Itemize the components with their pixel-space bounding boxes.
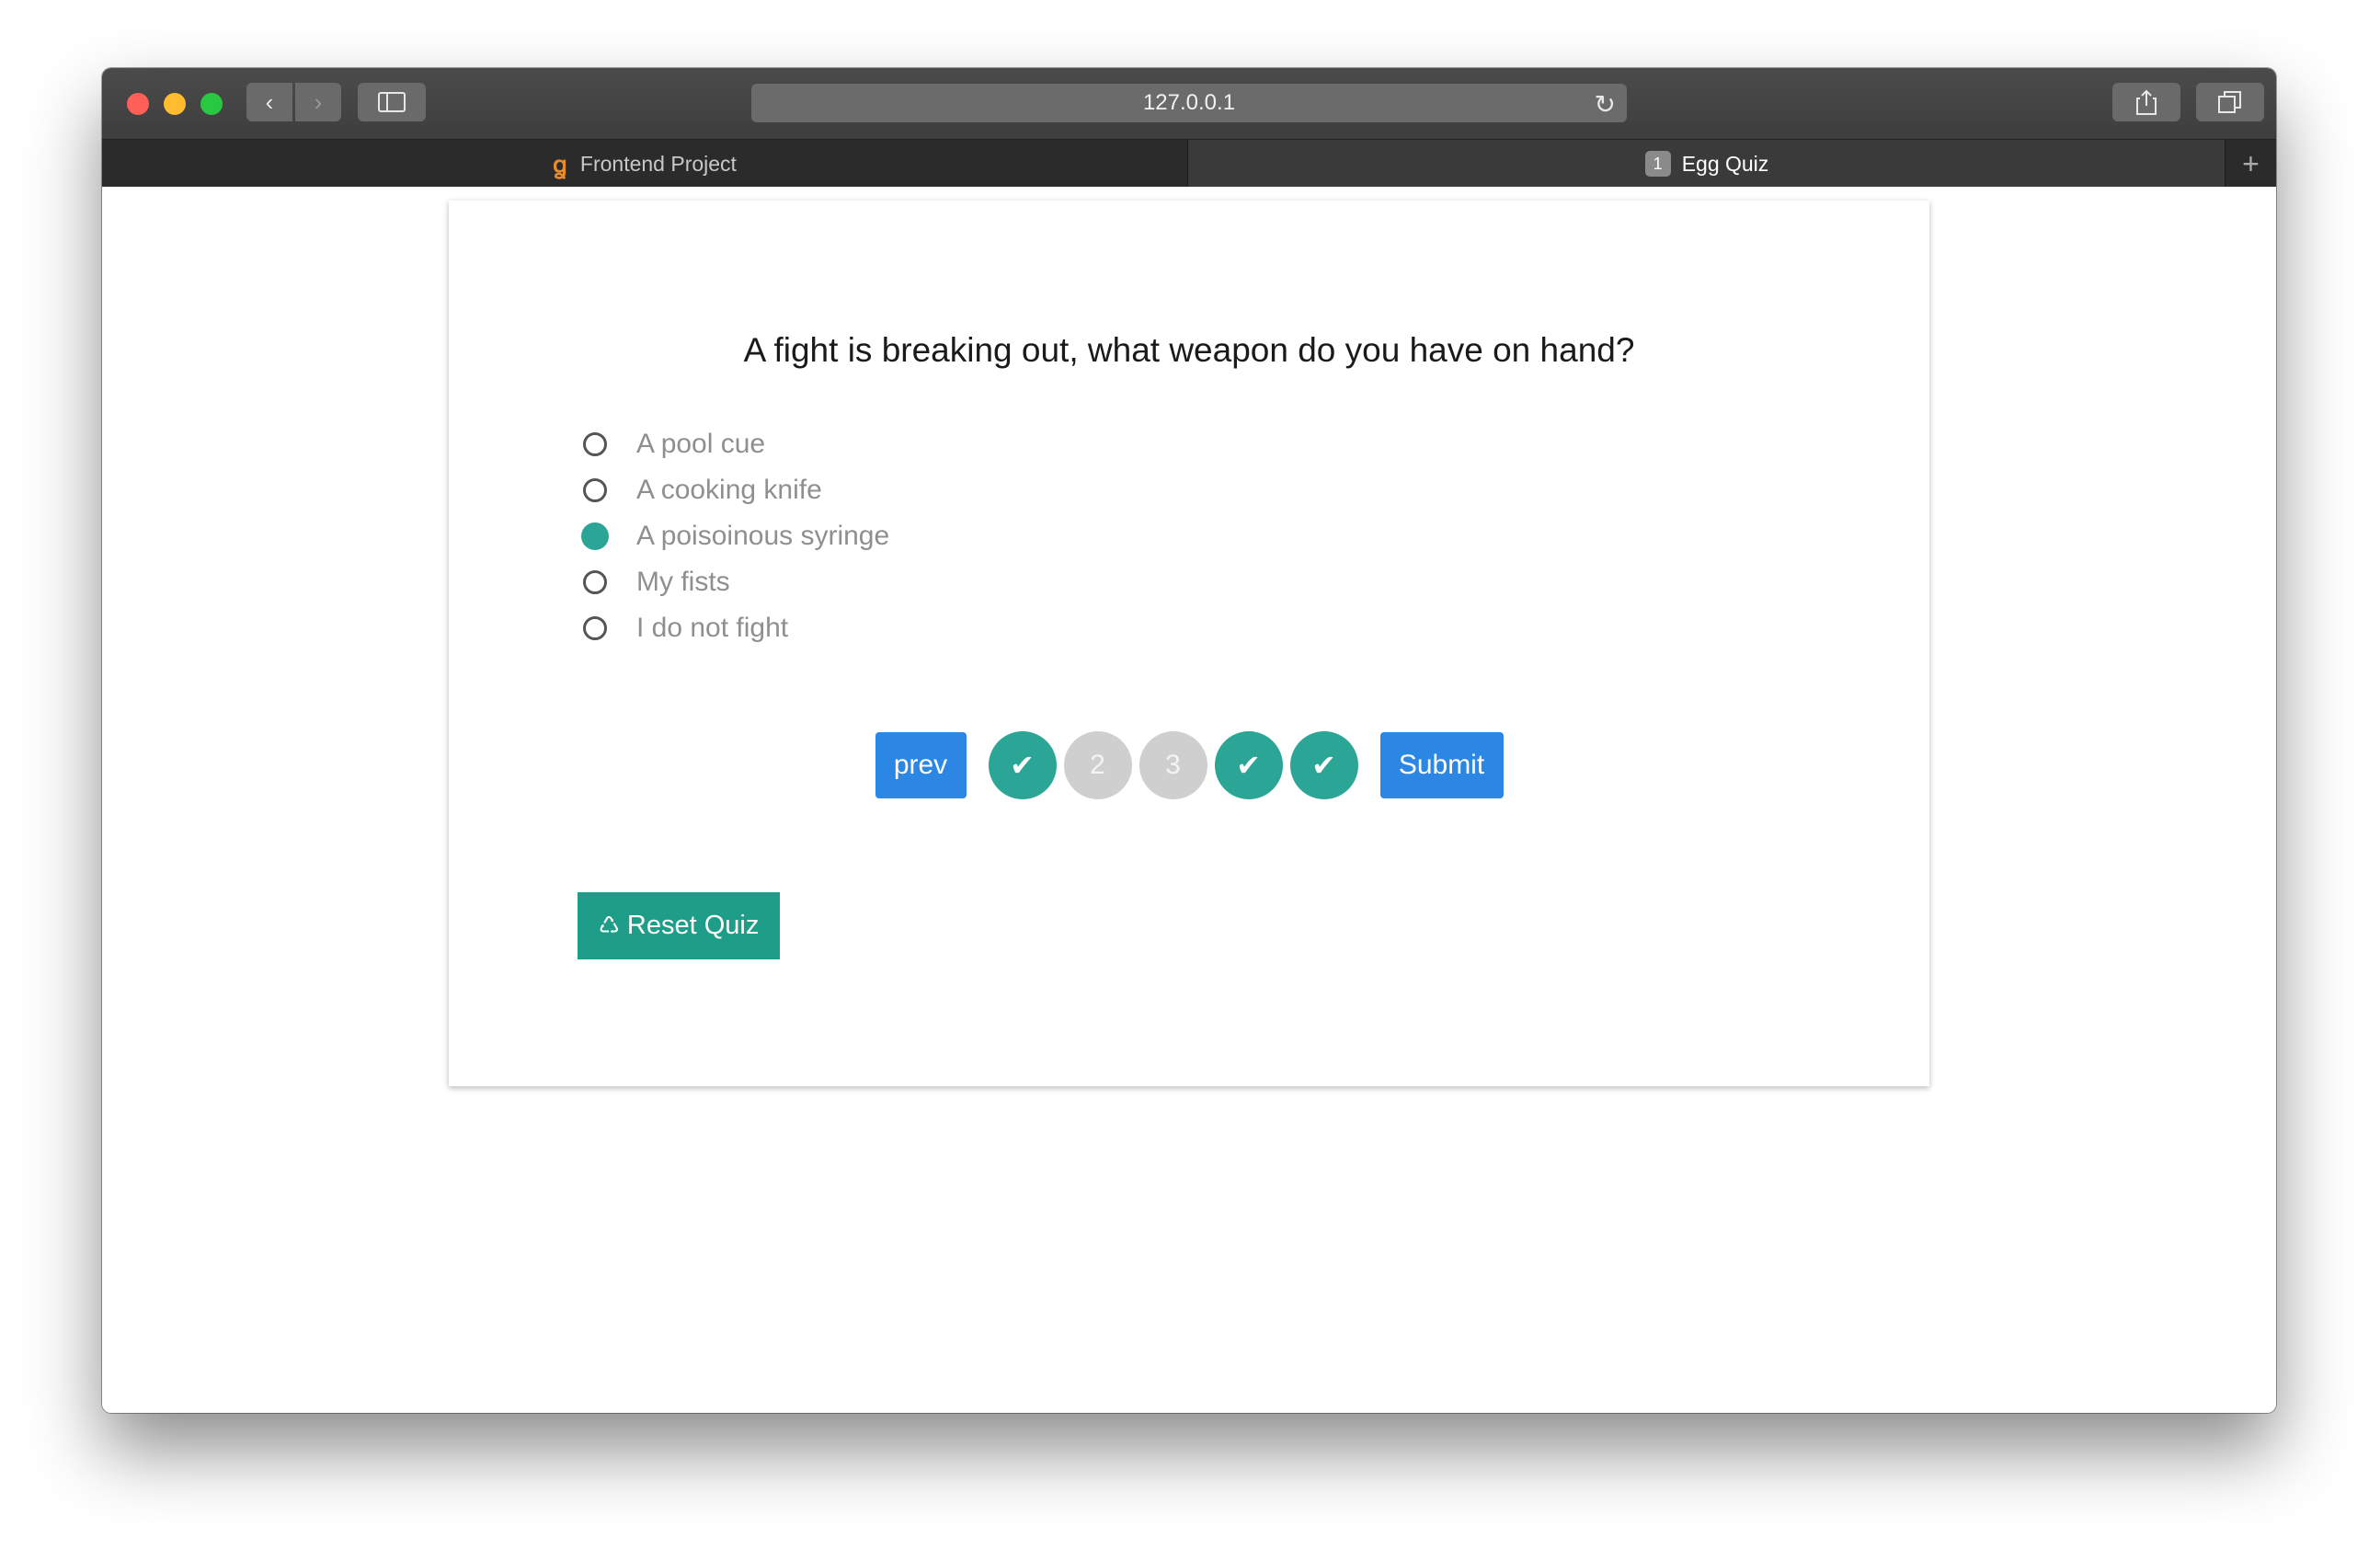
answer-options: A pool cue A cooking knife A poisoinous … xyxy=(581,421,890,651)
share-icon xyxy=(2136,89,2157,115)
quiz-card: A fight is breaking out, what weapon do … xyxy=(449,201,1929,1086)
sidebar-icon xyxy=(378,92,406,112)
step-1-answered[interactable]: ✔ xyxy=(988,731,1057,799)
chevron-right-icon: › xyxy=(314,87,323,116)
answer-option[interactable]: A cooking knife xyxy=(583,467,889,513)
address-bar[interactable]: 127.0.0.1 ↻ xyxy=(751,84,1627,122)
reset-quiz-label: Reset Quiz xyxy=(626,911,760,940)
answer-label: My fists xyxy=(636,567,730,597)
minimize-window-button[interactable] xyxy=(164,93,186,115)
tabs-icon xyxy=(2218,91,2241,113)
answer-option[interactable]: A pool cue xyxy=(583,421,889,467)
egg-favicon-icon: ꬶ xyxy=(553,151,567,178)
radio-button[interactable] xyxy=(583,432,607,456)
show-tabs-button[interactable] xyxy=(2196,83,2264,121)
recycle-icon: ♺ xyxy=(598,912,620,939)
new-tab-button[interactable]: + xyxy=(2225,140,2276,188)
step-5-answered[interactable]: ✔ xyxy=(1289,731,1358,799)
answer-option[interactable]: My fists xyxy=(583,559,889,605)
close-window-button[interactable] xyxy=(127,93,149,115)
step-2[interactable]: 2 xyxy=(1063,731,1132,799)
tab-egg-quiz[interactable]: 1 Egg Quiz xyxy=(1188,140,2226,188)
reset-quiz-button[interactable]: ♺ Reset Quiz xyxy=(578,892,780,959)
chevron-left-icon: ‹ xyxy=(265,87,274,116)
zoom-window-button[interactable] xyxy=(200,93,223,115)
radio-button-selected[interactable] xyxy=(581,522,609,550)
tab-label: Frontend Project xyxy=(579,151,737,176)
plus-icon: + xyxy=(2242,146,2260,180)
answer-label: A pool cue xyxy=(636,429,766,459)
page-content: A fight is breaking out, what weapon do … xyxy=(102,187,2276,1413)
question-text: A fight is breaking out, what weapon do … xyxy=(743,331,1635,369)
browser-toolbar: ‹ › 127.0.0.1 ↻ xyxy=(102,68,2276,139)
radio-button[interactable] xyxy=(583,570,607,594)
back-button[interactable]: ‹ xyxy=(246,83,292,121)
tab-bar: ꬶ Frontend Project 1 Egg Quiz + xyxy=(102,139,2276,188)
radio-button[interactable] xyxy=(583,616,607,640)
reload-icon[interactable]: ↻ xyxy=(1595,89,1616,120)
url-text: 127.0.0.1 xyxy=(1142,90,1236,115)
tab-frontend-project[interactable]: ꬶ Frontend Project xyxy=(102,140,1188,188)
sidebar-toggle-button[interactable] xyxy=(358,83,426,121)
answer-option[interactable]: A poisoinous syringe xyxy=(581,513,890,559)
answer-label: I do not fight xyxy=(636,613,789,643)
forward-button[interactable]: › xyxy=(295,83,341,121)
tab-label: Egg Quiz xyxy=(1681,151,1769,176)
answer-option[interactable]: I do not fight xyxy=(583,605,889,651)
tab-number-badge: 1 xyxy=(1644,151,1671,177)
step-4-answered[interactable]: ✔ xyxy=(1214,731,1283,799)
submit-button[interactable]: Submit xyxy=(1379,732,1504,798)
radio-button[interactable] xyxy=(583,478,607,502)
answer-label: A poisoinous syringe xyxy=(636,521,890,551)
step-3[interactable]: 3 xyxy=(1139,731,1207,799)
answer-label: A cooking knife xyxy=(636,475,822,505)
browser-window: ‹ › 127.0.0.1 ↻ ꬶ Frontend Project 1 Egg… xyxy=(102,68,2276,1413)
quiz-pager: prev ✔ 2 3 ✔ ✔ Submit xyxy=(449,731,1929,799)
share-button[interactable] xyxy=(2112,83,2180,121)
prev-button[interactable]: prev xyxy=(875,732,967,798)
